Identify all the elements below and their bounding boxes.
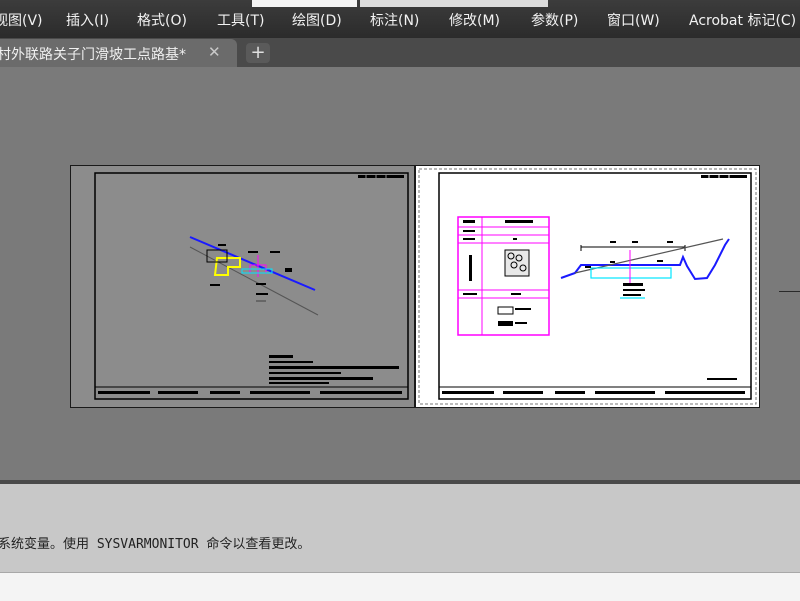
close-icon[interactable]: ✕: [208, 43, 221, 61]
drawing-canvas[interactable]: [0, 67, 800, 480]
menu-dimension[interactable]: 标注(N): [370, 11, 419, 31]
new-tab-button[interactable]: +: [246, 43, 270, 63]
menu-draw[interactable]: 绘图(D): [292, 11, 342, 31]
menu-bar: 视图(V) 插入(I) 格式(O) 工具(T) 绘图(D) 标注(N) 修改(M…: [0, 0, 800, 38]
canvas-crosshair-segment: [779, 291, 800, 292]
document-tab-label: 村外联路关子门滑坡工点路基*: [0, 47, 186, 63]
menu-tools[interactable]: 工具(T): [217, 11, 264, 31]
quick-access-toolbar-field[interactable]: [360, 0, 548, 7]
menu-view[interactable]: 视图(V): [0, 11, 43, 31]
left-viewport[interactable]: [70, 165, 415, 408]
command-input-field[interactable]: [0, 572, 800, 601]
left-viewport-frame: [70, 165, 415, 408]
menu-parametric[interactable]: 参数(P): [531, 11, 578, 31]
command-line-window: 系统变量。使用 SYSVARMONITOR 命令以查看更改。: [0, 480, 800, 601]
menu-format[interactable]: 格式(O): [137, 11, 187, 31]
right-signature-line: [707, 378, 737, 380]
menu-window[interactable]: 窗口(W): [607, 11, 660, 31]
file-tab-bar: 村外联路关子门滑坡工点路基* ✕ +: [0, 38, 800, 67]
quick-access-search-field[interactable]: [252, 0, 357, 7]
command-history-text: 系统变量。使用 SYSVARMONITOR 命令以查看更改。: [0, 537, 311, 552]
menu-modify[interactable]: 修改(M): [449, 11, 500, 31]
right-viewport-frame: [415, 165, 760, 408]
right-viewport[interactable]: [415, 165, 760, 408]
menu-acrobat-markup[interactable]: Acrobat 标记(C): [689, 11, 796, 31]
document-tab[interactable]: 村外联路关子门滑坡工点路基* ✕: [0, 39, 237, 67]
menu-insert[interactable]: 插入(I): [66, 11, 109, 31]
